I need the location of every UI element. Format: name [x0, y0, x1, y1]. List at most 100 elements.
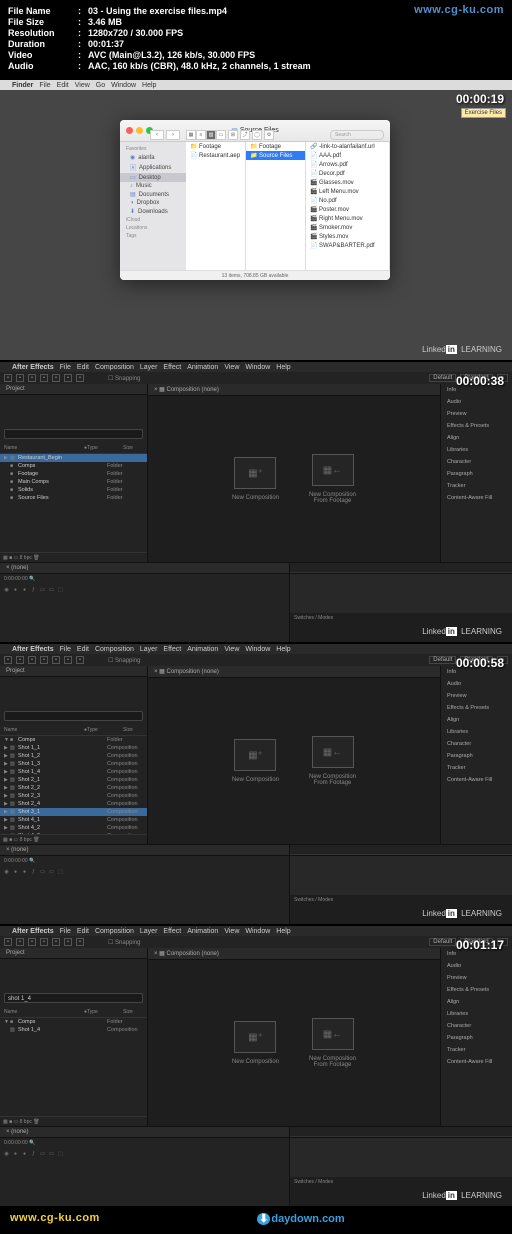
project-search-input[interactable]: shot 1_4: [4, 993, 143, 1003]
menu-file[interactable]: File: [39, 82, 50, 89]
toolbar-tool[interactable]: •: [76, 374, 84, 382]
panel-tab[interactable]: Align: [441, 714, 512, 726]
project-item[interactable]: ▶ ▧ Shot 3_1 Composition: [0, 808, 147, 816]
panel-tab[interactable]: Align: [441, 432, 512, 444]
toolbar-tool[interactable]: •: [16, 938, 24, 946]
time-display[interactable]: 0:00:00:00 🔍: [0, 1138, 289, 1148]
toolbar-tool[interactable]: •: [16, 374, 24, 382]
menu-help[interactable]: Help: [142, 82, 156, 89]
panel-tab[interactable]: Audio: [441, 396, 512, 408]
toolbar-tool[interactable]: •: [64, 656, 72, 664]
workspace-selector[interactable]: Default: [429, 374, 456, 382]
new-comp-from-footage-button[interactable]: ▦← New Composition From Footage: [309, 736, 356, 786]
new-composition-button[interactable]: ▦⁺ New Composition: [232, 1021, 279, 1065]
menu-item[interactable]: Layer: [140, 364, 158, 371]
finder-item[interactable]: 📁Footage: [246, 142, 305, 151]
close-icon[interactable]: [126, 127, 133, 134]
new-comp-from-footage-button[interactable]: ▦← New Composition From Footage: [309, 1018, 356, 1068]
finder-item[interactable]: 🎬Left Menu.mov: [306, 187, 389, 196]
back-button[interactable]: ‹: [150, 130, 164, 140]
project-item[interactable]: ▶ ▧ Shot 4_1 Composition: [0, 816, 147, 824]
menu-item[interactable]: Edit: [77, 646, 89, 653]
finder-item[interactable]: 📄Restaurant.aep: [186, 151, 245, 160]
panel-tab[interactable]: Content-Aware Fill: [441, 774, 512, 786]
finder-item[interactable]: 🎬Glasses.mov: [306, 178, 389, 187]
project-item[interactable]: ▶ ▧ Shot 1_3 Composition: [0, 760, 147, 768]
menu-item[interactable]: Effect: [163, 364, 181, 371]
menu-item[interactable]: Animation: [187, 364, 218, 371]
timeline-tab[interactable]: × (none): [0, 1127, 289, 1138]
menu-edit[interactable]: Edit: [57, 82, 69, 89]
menu-item[interactable]: Edit: [77, 928, 89, 935]
menu-item[interactable]: Window: [245, 364, 270, 371]
sidebar-item[interactable]: ♪Music: [120, 182, 186, 190]
project-item[interactable]: ▶ ▧ Shot 1_2 Composition: [0, 752, 147, 760]
toolbar-tool[interactable]: •: [52, 938, 60, 946]
col-header-type[interactable]: Type: [87, 1009, 123, 1015]
app-name[interactable]: After Effects: [12, 364, 54, 371]
app-name[interactable]: Finder: [12, 82, 33, 89]
toolbar-tool[interactable]: •: [40, 374, 48, 382]
col-header-type[interactable]: Type: [87, 445, 123, 451]
sidebar-item[interactable]: ▭Desktop: [120, 173, 186, 182]
col-header-size[interactable]: Size: [123, 727, 143, 733]
toolbar-tool[interactable]: •: [64, 374, 72, 382]
time-display[interactable]: 0:00:00:00 🔍: [0, 574, 289, 584]
share-button[interactable]: ⤴: [240, 130, 250, 140]
panel-tab[interactable]: Content-Aware Fill: [441, 1056, 512, 1068]
panel-tab[interactable]: Effects & Presets: [441, 420, 512, 432]
toolbar-tool[interactable]: •: [4, 938, 12, 946]
project-item[interactable]: ▶ ▧ Shot 1_1 Composition: [0, 744, 147, 752]
sidebar-item[interactable]: ⬇Downloads: [120, 207, 186, 216]
toolbar-tool[interactable]: •: [28, 938, 36, 946]
timeline-switches[interactable]: ◉●●ƒ▭▭⬚: [0, 1148, 289, 1160]
col-header-type[interactable]: Type: [87, 727, 123, 733]
traffic-lights[interactable]: [126, 127, 153, 134]
workspace-selector[interactable]: Default: [429, 656, 456, 664]
list-view-button[interactable]: ≡: [196, 130, 206, 140]
finder-item[interactable]: 📁Footage: [186, 142, 245, 151]
menu-window[interactable]: Window: [111, 82, 136, 89]
toolbar-tool[interactable]: •: [40, 938, 48, 946]
menu-item[interactable]: File: [60, 646, 71, 653]
panel-tab[interactable]: Character: [441, 1020, 512, 1032]
project-item[interactable]: ■ Footage Folder: [0, 470, 147, 478]
finder-item[interactable]: 📄Decor.pdf: [306, 169, 389, 178]
toolbar-tool[interactable]: •: [52, 374, 60, 382]
panel-tab[interactable]: Effects & Presets: [441, 984, 512, 996]
tags-button[interactable]: ◯: [252, 130, 262, 140]
panel-tab[interactable]: Tracker: [441, 1044, 512, 1056]
timeline-tab[interactable]: × (none): [0, 563, 289, 574]
finder-item[interactable]: 🎬Styles.mov: [306, 232, 389, 241]
icon-view-button[interactable]: ▦: [186, 130, 196, 140]
snapping-toggle[interactable]: ☐ Snapping: [108, 657, 140, 664]
panel-tab[interactable]: Audio: [441, 960, 512, 972]
menu-item[interactable]: Layer: [140, 928, 158, 935]
menu-item[interactable]: Window: [245, 928, 270, 935]
panel-tab[interactable]: Align: [441, 996, 512, 1008]
project-item[interactable]: ▶ ▧ Shot 2_1 Composition: [0, 776, 147, 784]
menu-item[interactable]: View: [224, 646, 239, 653]
toolbar-tool[interactable]: •: [52, 656, 60, 664]
panel-tab[interactable]: Paragraph: [441, 750, 512, 762]
finder-item[interactable]: 🔗-link-to-alanfailanf.url: [306, 142, 389, 151]
panel-tab[interactable]: Character: [441, 456, 512, 468]
finder-item[interactable]: 🎬Poster.mov: [306, 205, 389, 214]
project-search-input[interactable]: [4, 429, 143, 439]
panel-tab[interactable]: Tracker: [441, 480, 512, 492]
timeline-tab[interactable]: × (none): [0, 845, 289, 856]
finder-item[interactable]: 📄SWAP&BARTER.pdf: [306, 241, 389, 250]
menu-item[interactable]: Composition: [95, 928, 134, 935]
workspace-selector[interactable]: Default: [429, 938, 456, 946]
project-search-input[interactable]: [4, 711, 143, 721]
finder-item[interactable]: 🎬Right Menu.mov: [306, 214, 389, 223]
project-item[interactable]: ▼ ■ Comps Folder: [0, 736, 147, 744]
sidebar-item[interactable]: ◑Dropbox: [120, 199, 186, 207]
menu-item[interactable]: Composition: [95, 646, 134, 653]
menu-view[interactable]: View: [75, 82, 90, 89]
composition-tab[interactable]: × ▦ Composition (none): [148, 384, 440, 396]
menu-item[interactable]: View: [224, 364, 239, 371]
project-item[interactable]: ■ Comps Folder: [0, 462, 147, 470]
column-view-button[interactable]: ▥: [206, 130, 216, 140]
toolbar-tool[interactable]: •: [16, 656, 24, 664]
